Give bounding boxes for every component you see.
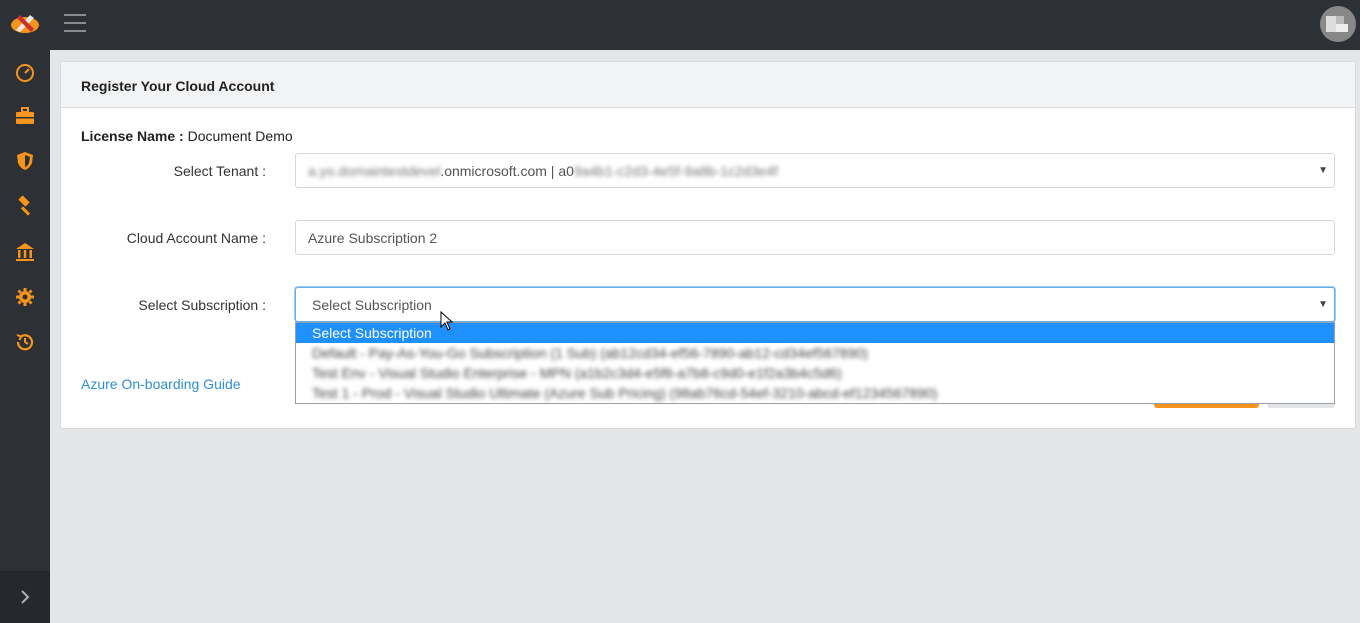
tenant-select[interactable]: a.yo.domaintestdevel.onmicrosoft.com | a… <box>295 153 1335 188</box>
sidebar-toggle-button[interactable] <box>0 571 50 623</box>
subscription-select-value: Select Subscription <box>312 297 432 313</box>
license-label: License Name : <box>81 128 184 144</box>
hammer-icon[interactable] <box>13 194 37 218</box>
subscription-option[interactable]: Test Env - Visual Studio Enterprise - MP… <box>296 363 1334 383</box>
caret-down-icon: ▼ <box>1318 165 1328 176</box>
license-name: License Name : Document Demo <box>81 128 293 144</box>
subscription-option[interactable]: Default - Pay-As-You-Go Subscription (1 … <box>296 343 1334 363</box>
gear-icon[interactable] <box>13 285 37 309</box>
briefcase-icon[interactable] <box>13 104 37 128</box>
top-bar <box>0 0 1360 50</box>
tenant-value-redacted-suffix: 9a4b1-c2d3-4e5f-9a8b-1c2d3e4f <box>573 163 778 179</box>
chevron-right-icon <box>21 590 30 604</box>
sidebar <box>0 50 50 623</box>
user-avatar[interactable] <box>1320 6 1356 42</box>
brand-logo[interactable] <box>10 10 40 36</box>
mouse-cursor-icon <box>440 310 454 336</box>
bank-icon[interactable] <box>13 240 37 264</box>
tenant-value-domain: .onmicrosoft.com | a0 <box>440 163 574 179</box>
subscription-label: Select Subscription : <box>138 297 266 313</box>
azure-onboarding-guide-link[interactable]: Azure On-boarding Guide <box>81 376 241 392</box>
cloud-account-name-input[interactable]: Azure Subscription 2 <box>295 220 1335 255</box>
license-value: Document Demo <box>187 128 293 144</box>
subscription-option[interactable]: Test 1 - Prod - Visual Studio Ultimate (… <box>296 383 1334 403</box>
register-cloud-account-card: Register Your Cloud Account License Name… <box>60 61 1356 429</box>
tenant-value-redacted-prefix: a.yo.domaintestdevel <box>308 163 441 179</box>
shield-icon[interactable] <box>13 149 37 173</box>
cloud-account-name-label: Cloud Account Name : <box>126 230 266 246</box>
history-icon[interactable] <box>13 330 37 354</box>
hamburger-icon[interactable] <box>64 14 86 32</box>
speedometer-icon[interactable] <box>13 61 37 85</box>
card-title: Register Your Cloud Account <box>61 62 1355 108</box>
caret-down-icon: ▼ <box>1318 299 1328 310</box>
tenant-label: Select Tenant : <box>173 163 266 179</box>
